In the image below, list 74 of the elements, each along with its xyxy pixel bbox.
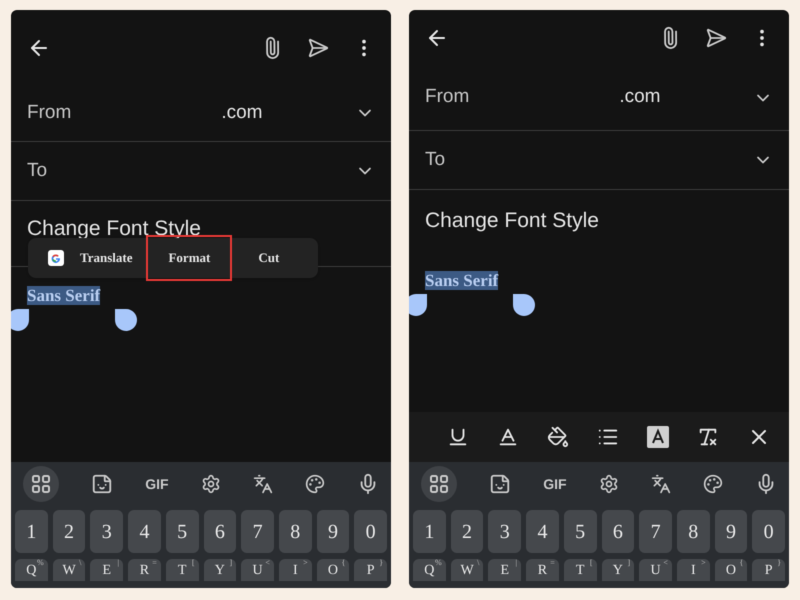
text-background-icon[interactable] xyxy=(647,426,669,448)
translate-icon[interactable] xyxy=(252,474,273,494)
key[interactable]: 8 xyxy=(676,510,710,553)
key[interactable]: { O xyxy=(714,559,748,581)
key[interactable]: 4 xyxy=(128,510,161,553)
key[interactable]: \ W xyxy=(52,559,86,581)
key[interactable]: > I xyxy=(676,559,710,581)
key[interactable]: < U xyxy=(639,559,672,581)
google-icon xyxy=(48,250,64,266)
palette-icon[interactable] xyxy=(304,474,325,494)
key[interactable]: | E xyxy=(90,559,124,581)
menu-item[interactable]: Translate xyxy=(76,240,136,276)
from-label: From xyxy=(425,85,470,110)
key[interactable]: 0 xyxy=(752,510,786,553)
from-value[interactable]: .com xyxy=(221,98,263,128)
fill-color-icon[interactable] xyxy=(547,426,569,448)
key[interactable]: ] Y xyxy=(204,559,236,581)
key[interactable]: 9 xyxy=(714,510,748,553)
menu-item[interactable]: Cut xyxy=(238,237,300,279)
key[interactable]: = R xyxy=(128,559,161,581)
key[interactable]: 9 xyxy=(316,510,350,553)
key[interactable]: 0 xyxy=(354,510,388,553)
underline-icon[interactable] xyxy=(447,426,469,448)
key[interactable]: { O xyxy=(316,559,350,581)
key[interactable]: 6 xyxy=(204,510,236,553)
key[interactable]: } P xyxy=(354,559,388,581)
send-icon[interactable] xyxy=(705,26,727,48)
key[interactable]: 2 xyxy=(52,510,86,553)
key[interactable]: [ T xyxy=(564,559,597,581)
send-icon[interactable] xyxy=(307,36,329,58)
key[interactable]: 2 xyxy=(450,510,484,553)
subject-field[interactable]: Change Font Style xyxy=(425,205,599,237)
text-color-icon[interactable] xyxy=(497,426,519,448)
settings-icon[interactable] xyxy=(598,474,619,494)
key[interactable]: 3 xyxy=(488,510,522,553)
key[interactable]: < U xyxy=(241,559,274,581)
selection-handle[interactable] xyxy=(513,294,535,316)
sticker-icon[interactable] xyxy=(489,473,512,495)
key[interactable]: ] Y xyxy=(602,559,634,581)
selection-handle[interactable] xyxy=(115,309,137,331)
key[interactable]: \ W xyxy=(450,559,484,581)
selection-handle[interactable] xyxy=(11,309,29,331)
key[interactable]: % Q xyxy=(15,559,48,581)
from-value[interactable]: .com xyxy=(619,83,661,112)
key[interactable]: | E xyxy=(488,559,522,581)
settings-icon[interactable] xyxy=(200,474,221,494)
clear-formatting-icon[interactable] xyxy=(697,426,719,448)
key[interactable]: 1 xyxy=(413,510,446,553)
menu-item[interactable]: Format xyxy=(148,237,230,279)
key[interactable]: 1 xyxy=(15,510,48,553)
key[interactable]: 5 xyxy=(564,510,597,553)
to-label: To xyxy=(425,148,446,172)
key[interactable]: 8 xyxy=(278,510,312,553)
key[interactable]: > I xyxy=(278,559,312,581)
from-label: From xyxy=(27,100,72,125)
apps-grid-icon[interactable] xyxy=(31,474,51,494)
key[interactable]: = R xyxy=(526,559,559,581)
translate-icon[interactable] xyxy=(650,474,671,494)
key[interactable]: [ T xyxy=(166,559,199,581)
selection-handle[interactable] xyxy=(409,294,427,316)
to-label: To xyxy=(27,158,48,183)
key[interactable]: 7 xyxy=(639,510,672,553)
sticker-icon[interactable] xyxy=(91,473,114,495)
palette-icon[interactable] xyxy=(702,474,723,494)
key[interactable]: 6 xyxy=(602,510,634,553)
key[interactable]: 4 xyxy=(526,510,559,553)
apps-grid-icon[interactable] xyxy=(429,474,449,494)
key[interactable]: 5 xyxy=(166,510,199,553)
gif-button[interactable]: GIF xyxy=(543,474,567,494)
key[interactable]: 3 xyxy=(90,510,124,553)
key[interactable]: % Q xyxy=(413,559,446,581)
key[interactable]: 7 xyxy=(241,510,274,553)
gif-button[interactable]: GIF xyxy=(145,474,169,494)
key[interactable]: } P xyxy=(752,559,786,581)
